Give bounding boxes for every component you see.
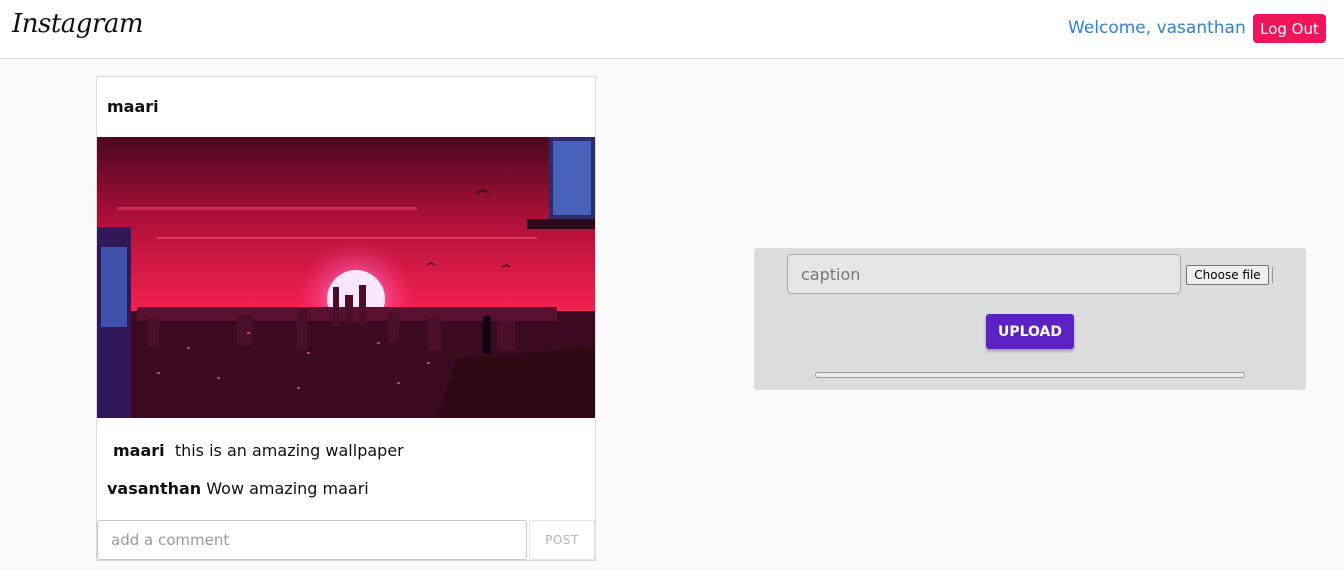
- post-image: [97, 137, 595, 418]
- welcome-text: Welcome, vasanthan: [1068, 18, 1246, 38]
- caption-input[interactable]: [787, 254, 1181, 294]
- caption-username[interactable]: maari: [113, 441, 165, 460]
- post-comment-button[interactable]: POST: [529, 520, 595, 560]
- logout-button[interactable]: Log Out: [1253, 14, 1326, 43]
- top-navbar: Instagram Welcome, vasanthan Log Out: [0, 0, 1344, 59]
- comment-form: POST: [97, 520, 595, 560]
- file-name-separator: [1272, 267, 1273, 283]
- comment-item: vasanthan Wow amazing maari: [107, 479, 369, 498]
- post-username[interactable]: maari: [107, 97, 159, 116]
- city-sunset-illustration: [97, 137, 595, 418]
- instagram-logo[interactable]: Instagram: [12, 9, 144, 39]
- post-card: maari maari this is an amazing wallpaper…: [96, 76, 596, 561]
- image-upload-panel: Choose file UPLOAD: [754, 248, 1306, 390]
- post-caption: maari this is an amazing wallpaper: [113, 441, 404, 460]
- upload-progress-bar: [815, 372, 1245, 378]
- choose-file-button[interactable]: Choose file: [1186, 265, 1269, 285]
- caption-text: this is an amazing wallpaper: [174, 441, 404, 460]
- upload-button[interactable]: UPLOAD: [986, 314, 1074, 349]
- comment-username[interactable]: vasanthan: [107, 479, 201, 498]
- comment-text: Wow amazing maari: [206, 479, 369, 498]
- comment-input[interactable]: [97, 520, 527, 560]
